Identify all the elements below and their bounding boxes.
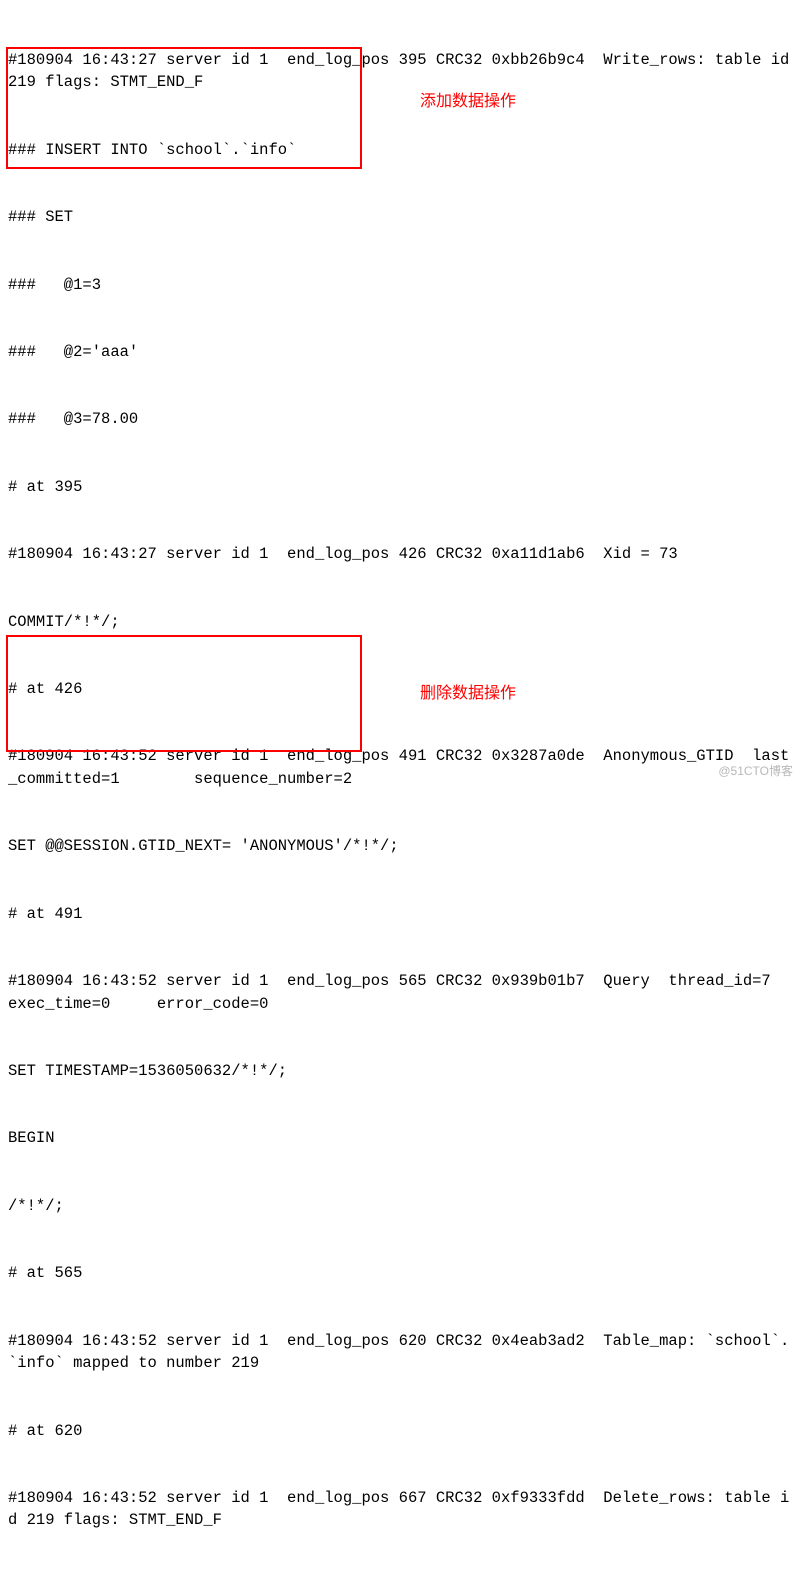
log-line: BEGIN — [8, 1127, 793, 1149]
log-line: ### @3=78.00 — [8, 408, 793, 430]
log-line: ### SET — [8, 206, 793, 228]
log-line: /*!*/; — [8, 1195, 793, 1217]
log-line: # at 491 — [8, 903, 793, 925]
log-line: # at 395 — [8, 476, 793, 498]
log-line: SET @@SESSION.GTID_NEXT= 'ANONYMOUS'/*!*… — [8, 835, 793, 857]
log-line: # at 426 — [8, 678, 793, 700]
log-line: #180904 16:43:52 server id 1 end_log_pos… — [8, 970, 793, 1015]
log-line: #180904 16:43:27 server id 1 end_log_pos… — [8, 543, 793, 565]
log-line: #180904 16:43:52 server id 1 end_log_pos… — [8, 1487, 793, 1532]
log-line: SET TIMESTAMP=1536050632/*!*/; — [8, 1060, 793, 1082]
log-line: # at 620 — [8, 1420, 793, 1442]
log-output: #180904 16:43:27 server id 1 end_log_pos… — [8, 4, 793, 1572]
log-line: #180904 16:43:27 server id 1 end_log_pos… — [8, 49, 793, 94]
log-line: #180904 16:43:52 server id 1 end_log_pos… — [8, 745, 793, 790]
log-line: # at 565 — [8, 1262, 793, 1284]
watermark: @51CTO博客 — [718, 763, 793, 780]
log-line: ### INSERT INTO `school`.`info` — [8, 139, 793, 161]
log-line: COMMIT/*!*/; — [8, 611, 793, 633]
log-line: ### @2='aaa' — [8, 341, 793, 363]
log-line: #180904 16:43:52 server id 1 end_log_pos… — [8, 1330, 793, 1375]
log-line: ### @1=3 — [8, 274, 793, 296]
